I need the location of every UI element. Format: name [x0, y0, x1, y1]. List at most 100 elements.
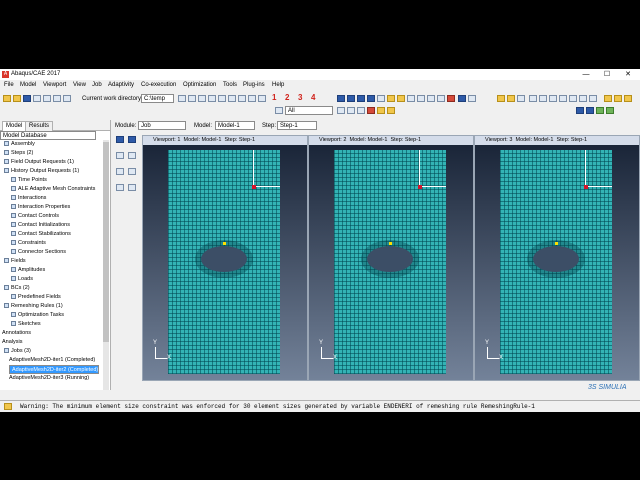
menu-optimization[interactable]: Optimization: [183, 82, 216, 88]
tree-item[interactable]: Contact Controls: [11, 212, 59, 221]
cancel-icon[interactable]: [447, 95, 455, 102]
tree-item[interactable]: Analysis: [2, 338, 22, 347]
tree-item[interactable]: Time Points: [11, 176, 47, 185]
display-1-icon[interactable]: [576, 107, 584, 114]
viewport-4-button[interactable]: 4: [311, 93, 315, 102]
print-icon[interactable]: [33, 95, 41, 102]
menu-help[interactable]: Help: [272, 82, 284, 88]
menu-adaptivity[interactable]: Adaptivity: [108, 82, 134, 88]
menu-model[interactable]: Model: [20, 82, 36, 88]
select-orange-icon[interactable]: [387, 107, 395, 114]
display-4-icon[interactable]: [606, 107, 614, 114]
job-item[interactable]: AdaptiveMesh2D-iter1 (Completed): [9, 356, 95, 365]
close-button[interactable]: ✕: [622, 70, 634, 79]
select-poly-icon[interactable]: [347, 107, 355, 114]
adaptivity-create-icon[interactable]: [116, 152, 124, 159]
menu-plug-ins[interactable]: Plug-ins: [243, 82, 265, 88]
scrollbar-thumb[interactable]: [103, 142, 109, 342]
job-manager-icon[interactable]: [128, 136, 136, 143]
pan-icon[interactable]: [529, 95, 537, 102]
layer-icon[interactable]: [507, 95, 515, 102]
iso-yellow-3-icon[interactable]: [624, 95, 632, 102]
viewport-3-canvas[interactable]: YX: [475, 145, 639, 380]
magnify-icon[interactable]: [549, 95, 557, 102]
rotate-icon[interactable]: [539, 95, 547, 102]
coexec-create-icon[interactable]: [116, 168, 124, 175]
tree-item[interactable]: Optimization Tasks: [11, 311, 64, 320]
menu-view[interactable]: View: [73, 82, 86, 88]
palette-icon[interactable]: [53, 95, 61, 102]
tree-item[interactable]: Field Output Requests (1): [4, 158, 74, 167]
viewport-1-button[interactable]: 1: [272, 93, 276, 102]
tree-item[interactable]: Fields: [4, 257, 26, 266]
iso-yellow-2-icon[interactable]: [614, 95, 622, 102]
adaptivity-manager-icon[interactable]: [128, 152, 136, 159]
menu-job[interactable]: Job: [92, 82, 102, 88]
menu-tools[interactable]: Tools: [223, 82, 237, 88]
tree-item[interactable]: Remeshing Rules (1): [4, 302, 63, 311]
select-red-icon[interactable]: [367, 107, 375, 114]
tree-item[interactable]: Interaction Properties: [11, 203, 70, 212]
viewport-2-button[interactable]: 2: [285, 93, 289, 102]
tree-icon[interactable]: [497, 95, 505, 102]
view-z-icon[interactable]: [218, 95, 226, 102]
render-hidden-icon[interactable]: [347, 95, 355, 102]
tree-item[interactable]: Annotations: [2, 329, 31, 338]
tab-results[interactable]: Results: [25, 121, 54, 131]
save-icon[interactable]: [23, 95, 31, 102]
view-manager-icon[interactable]: [458, 95, 466, 102]
folder-icon[interactable]: [178, 95, 186, 102]
cursor-icon[interactable]: [437, 95, 445, 102]
view-iso-icon[interactable]: [228, 95, 236, 102]
tree-item[interactable]: Contact Initializations: [11, 221, 70, 230]
menu-viewport[interactable]: Viewport: [43, 82, 66, 88]
select-yellow-icon[interactable]: [377, 107, 385, 114]
render-shaded-icon[interactable]: [367, 95, 375, 102]
tree-item[interactable]: Predefined Fields: [11, 293, 61, 302]
message-icon[interactable]: [4, 403, 12, 410]
render-edge-icon[interactable]: [377, 95, 385, 102]
tree-item[interactable]: Amplitudes: [11, 266, 45, 275]
render-filled-icon[interactable]: [357, 95, 365, 102]
viewport-2-canvas[interactable]: YX: [309, 145, 473, 380]
viewport-3[interactable]: Viewport: 3 Model: Model-1 Step: Step-1 …: [474, 135, 640, 381]
view-y-icon[interactable]: [208, 95, 216, 102]
viewport-1[interactable]: Viewport: 1 Model: Model-1 Step: Step-1 …: [142, 135, 308, 381]
cube-icon[interactable]: [43, 95, 51, 102]
render-camera-icon[interactable]: [397, 95, 405, 102]
open-icon[interactable]: [13, 95, 21, 102]
tree-item[interactable]: Constraints: [11, 239, 46, 248]
tree-item[interactable]: Steps (2): [4, 149, 33, 158]
tree-item[interactable]: History Output Requests (1): [4, 167, 79, 176]
menu-co-execution[interactable]: Co-execution: [141, 82, 176, 88]
selection-filter[interactable]: All: [285, 106, 333, 115]
menu-file[interactable]: File: [4, 82, 14, 88]
iso-yellow-icon[interactable]: [604, 95, 612, 102]
tree-item[interactable]: Interactions: [11, 194, 46, 203]
job-create-icon[interactable]: [116, 136, 124, 143]
opt-manager-icon[interactable]: [128, 184, 136, 191]
viewport-2[interactable]: Viewport: 2 Model: Model-1 Step: Step-1 …: [308, 135, 474, 381]
zoom-icon[interactable]: [569, 95, 577, 102]
module-select[interactable]: Job: [138, 121, 186, 130]
maximize-button[interactable]: ☐: [601, 70, 613, 79]
tree-item[interactable]: Assembly: [4, 140, 35, 149]
grid-icon[interactable]: [63, 95, 71, 102]
select-circle-icon[interactable]: [357, 107, 365, 114]
new-icon[interactable]: [3, 95, 11, 102]
step-select[interactable]: Step-1: [277, 121, 317, 130]
view-bottom-icon[interactable]: [248, 95, 256, 102]
view-back-icon[interactable]: [238, 95, 246, 102]
view-cube-icon[interactable]: [188, 95, 196, 102]
grid-small-icon[interactable]: [468, 95, 476, 102]
measure-icon[interactable]: [417, 95, 425, 102]
tree-item[interactable]: BCs (2): [4, 284, 30, 293]
view-left-icon[interactable]: [258, 95, 266, 102]
job-item-selected[interactable]: AdaptiveMesh2D-iter2 (Completed): [9, 365, 100, 374]
tree-item[interactable]: Loads: [11, 275, 33, 284]
render-wire-icon[interactable]: [337, 95, 345, 102]
work-dir-field[interactable]: C:\temp: [141, 94, 174, 103]
tab-model[interactable]: Model: [2, 121, 27, 131]
zoom-box-icon[interactable]: [559, 95, 567, 102]
options-icon[interactable]: [517, 95, 525, 102]
